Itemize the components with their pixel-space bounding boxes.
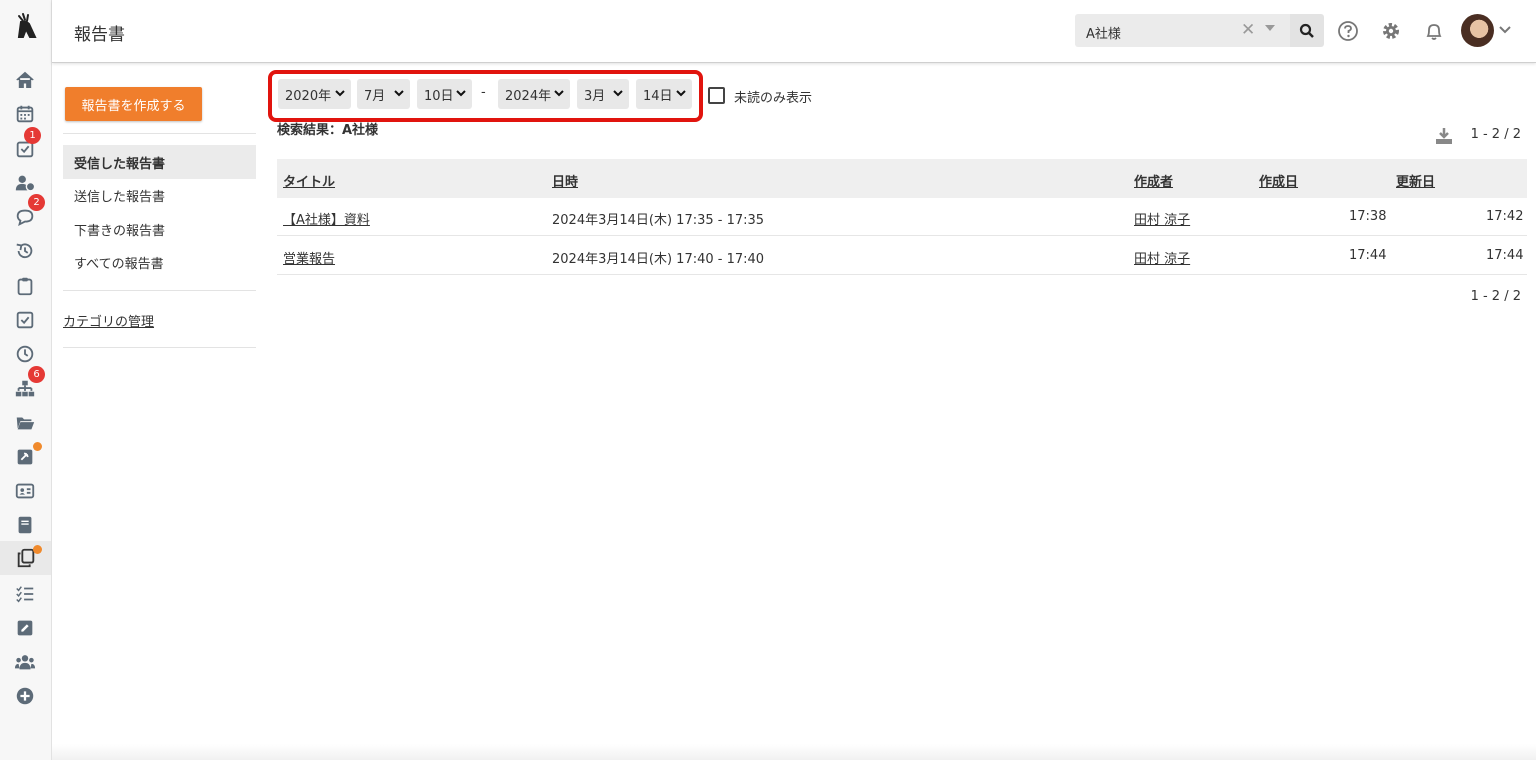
- chat-badge: 2: [28, 194, 45, 211]
- from-year-value: 2020年: [285, 88, 332, 104]
- todo-badge: 1: [24, 127, 41, 144]
- sidebar-item-received[interactable]: 受信した報告書: [63, 145, 256, 179]
- users-group-icon[interactable]: [12, 650, 38, 674]
- calendar-icon[interactable]: [12, 102, 38, 126]
- column-header-author[interactable]: 作成者: [1134, 171, 1173, 190]
- folder-open-icon[interactable]: [12, 411, 38, 435]
- id-card-icon[interactable]: [12, 479, 38, 503]
- from-day-value: 10日: [424, 88, 454, 104]
- sidebar-item-label: 送信した報告書: [74, 189, 166, 205]
- chevron-down-icon: [676, 90, 686, 97]
- phone-note-dot: [33, 442, 42, 451]
- column-header-datetime[interactable]: 日時: [552, 171, 578, 190]
- report-author-link[interactable]: 田村 涼子: [1134, 209, 1190, 228]
- divider: [63, 290, 256, 291]
- column-header-updated[interactable]: 更新日: [1396, 171, 1435, 190]
- edit-square-icon[interactable]: [12, 616, 38, 640]
- from-month-select[interactable]: 7月: [357, 79, 410, 109]
- chevron-down-icon[interactable]: [1498, 23, 1512, 37]
- home-icon[interactable]: [12, 68, 38, 92]
- search-result-label: 検索結果：A社様: [277, 123, 379, 138]
- bottom-shade: [52, 744, 1536, 760]
- to-year-select[interactable]: 2024年: [498, 79, 570, 109]
- org-chart-badge: 6: [28, 366, 45, 383]
- pager-top: 1 - 2 / 2: [1470, 127, 1521, 142]
- to-year-value: 2024年: [505, 88, 552, 104]
- clear-search-icon[interactable]: ✕: [1241, 20, 1255, 40]
- user-avatar[interactable]: [1461, 14, 1494, 47]
- from-year-select[interactable]: 2020年: [278, 79, 351, 109]
- sidebar-item-label: すべての報告書: [74, 256, 164, 272]
- sidebar-item-label: 受信した報告書: [74, 156, 166, 172]
- sidebar-item-drafts[interactable]: 下書きの報告書: [63, 212, 256, 246]
- report-updated: 17:42: [1486, 209, 1524, 224]
- from-month-value: 7月: [364, 88, 386, 104]
- plus-circle-icon[interactable]: [12, 684, 38, 708]
- history-icon[interactable]: [12, 239, 38, 263]
- search-icon: [1299, 23, 1314, 38]
- report-created: 17:38: [1349, 209, 1387, 224]
- page-title: 報告書: [74, 25, 125, 45]
- from-day-select[interactable]: 10日: [417, 79, 472, 109]
- unread-only-label[interactable]: 未読のみ表示: [734, 87, 812, 106]
- category-manage-link[interactable]: カテゴリの管理: [63, 311, 154, 330]
- top-header: 報告書 A社様 ✕: [52, 0, 1536, 63]
- icon-rail: 1 2 6: [0, 0, 52, 760]
- report-updated: 17:44: [1486, 248, 1524, 263]
- task-list-icon[interactable]: [12, 582, 38, 606]
- search-input[interactable]: A社様 ✕: [1075, 14, 1290, 47]
- user-clock-icon[interactable]: [12, 171, 38, 195]
- download-icon[interactable]: [1433, 125, 1455, 147]
- search-button[interactable]: [1290, 14, 1324, 47]
- sidebar-item-label: 下書きの報告書: [74, 223, 166, 239]
- report-created: 17:44: [1349, 248, 1387, 263]
- table-row[interactable]: [277, 237, 1527, 275]
- reports-dot: [33, 545, 42, 554]
- divider: [63, 133, 256, 134]
- create-report-button[interactable]: 報告書を作成する: [65, 87, 202, 121]
- to-day-select[interactable]: 14日: [636, 79, 692, 109]
- unread-only-checkbox[interactable]: [708, 87, 725, 104]
- report-title-link[interactable]: 営業報告: [283, 248, 335, 267]
- app-logo-icon[interactable]: [13, 12, 39, 40]
- chevron-down-icon: [456, 90, 466, 97]
- column-header-created[interactable]: 作成日: [1259, 171, 1298, 190]
- chevron-down-icon: [335, 90, 345, 97]
- chevron-down-icon: [554, 90, 564, 97]
- report-datetime: 2024年3月14日(木) 17:40 - 17:40: [552, 252, 765, 267]
- sidebar-item-sent[interactable]: 送信した報告書: [63, 178, 256, 212]
- search-value: A社様: [1086, 27, 1121, 42]
- date-separator: -: [481, 85, 486, 100]
- sidebar-item-all[interactable]: すべての報告書: [63, 245, 256, 279]
- search-dropdown-icon[interactable]: [1265, 25, 1275, 31]
- chevron-down-icon: [613, 90, 623, 97]
- to-month-select[interactable]: 3月: [577, 79, 629, 109]
- report-title-link[interactable]: 【A社様】資料: [283, 209, 370, 228]
- pager-bottom: 1 - 2 / 2: [1470, 289, 1521, 304]
- column-header-title[interactable]: タイトル: [283, 171, 335, 190]
- chevron-down-icon: [394, 90, 404, 97]
- report-author-link[interactable]: 田村 涼子: [1134, 248, 1190, 267]
- checkbox-icon[interactable]: [12, 308, 38, 332]
- divider: [63, 347, 256, 348]
- to-month-value: 3月: [584, 88, 606, 104]
- table-row[interactable]: [277, 198, 1527, 236]
- to-day-value: 14日: [643, 88, 673, 104]
- settings-gear-icon[interactable]: [1380, 20, 1402, 42]
- notification-bell-icon[interactable]: [1423, 20, 1445, 42]
- reports-copy-icon[interactable]: [0, 541, 51, 575]
- help-icon[interactable]: [1337, 20, 1359, 42]
- table-header: [277, 159, 1527, 198]
- book-icon[interactable]: [12, 513, 38, 537]
- report-datetime: 2024年3月14日(木) 17:35 - 17:35: [552, 213, 765, 228]
- clock-icon[interactable]: [12, 342, 38, 366]
- clipboard-icon[interactable]: [12, 274, 38, 298]
